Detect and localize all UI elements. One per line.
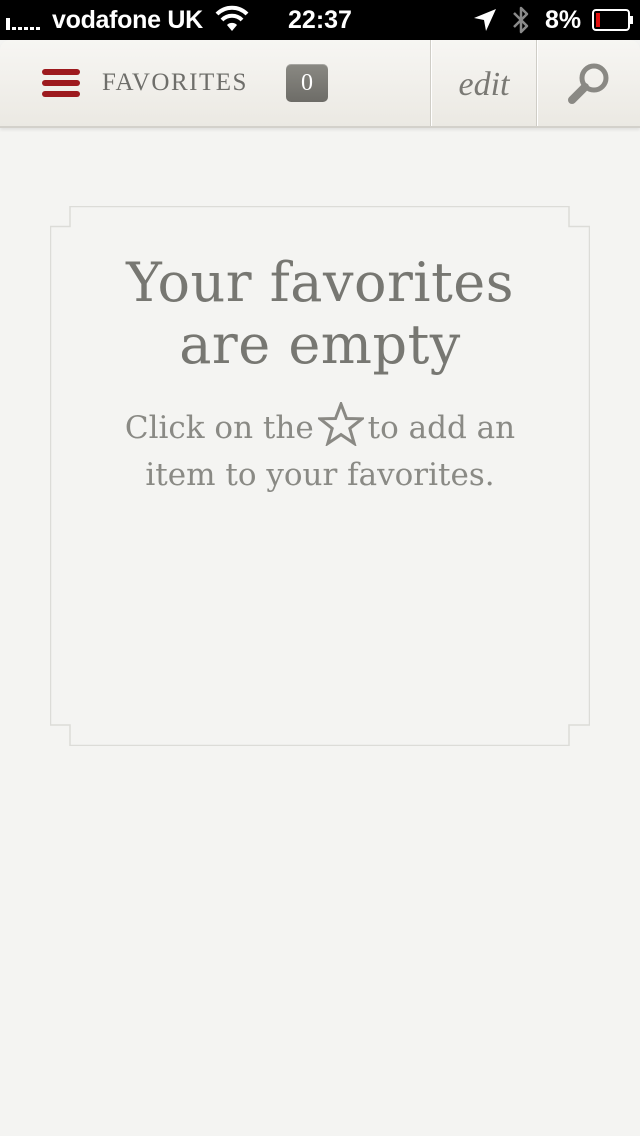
page-title: FAVORITES xyxy=(102,69,248,96)
bluetooth-icon xyxy=(513,6,529,34)
battery-icon xyxy=(592,9,633,31)
status-bar: vodafone UK 22:37 8% xyxy=(0,0,640,40)
menu-button[interactable] xyxy=(30,56,90,110)
empty-state-card: Your favorites are empty Click on the to… xyxy=(50,206,590,746)
empty-state-title-line1: Your favorites xyxy=(126,251,514,314)
message-text-before: Click on the xyxy=(124,410,314,446)
empty-state-title-line2: are empty xyxy=(179,313,461,376)
message-text-after: to add an xyxy=(367,410,516,446)
nav-bar: FAVORITES 0 edit xyxy=(0,40,640,128)
empty-state-message-line2: item to your favorites. xyxy=(145,457,495,493)
clock: 22:37 xyxy=(288,6,352,34)
nav-divider xyxy=(431,40,432,126)
location-arrow-icon xyxy=(474,9,496,31)
empty-state-message-line1: Click on the to add an xyxy=(90,402,550,452)
search-button[interactable] xyxy=(539,40,640,126)
empty-state-title: Your favorites are empty xyxy=(50,252,590,376)
star-outline-icon xyxy=(317,402,364,446)
search-icon xyxy=(568,63,609,104)
favorites-count-badge: 0 xyxy=(286,64,328,102)
nav-divider xyxy=(537,40,538,126)
empty-state-message: Click on the to add an item to your favo… xyxy=(90,402,550,499)
edit-button[interactable]: edit xyxy=(433,40,535,126)
battery-percent: 8% xyxy=(545,6,582,34)
